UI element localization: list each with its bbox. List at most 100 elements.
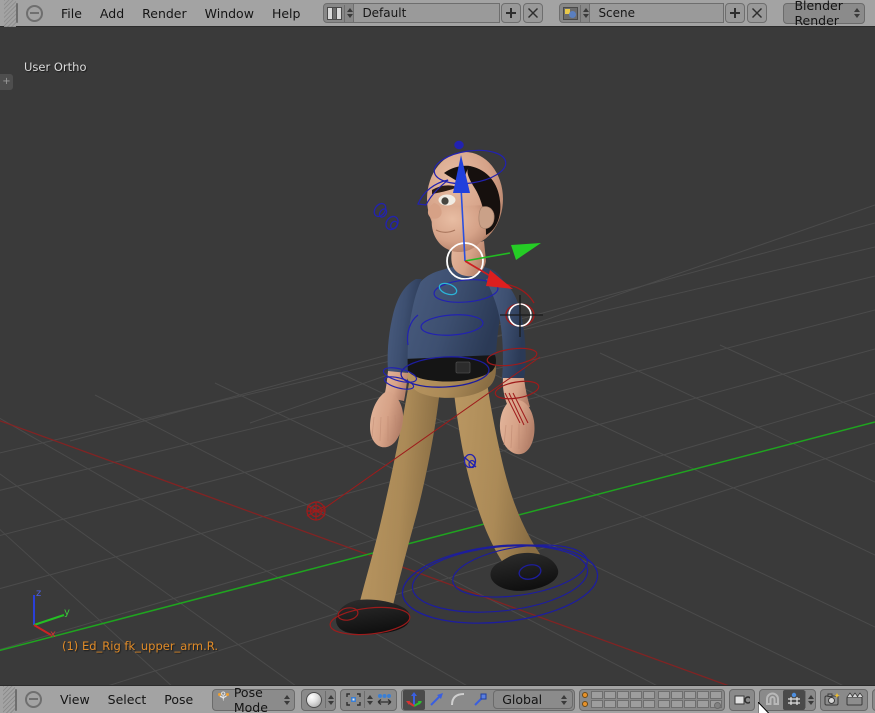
viewport-header-bar: View Select Pose Pose Mode: [0, 685, 875, 713]
menu-select[interactable]: Select: [99, 690, 156, 709]
screen-layout-spinner[interactable]: [344, 4, 353, 22]
layer-cell[interactable]: [617, 691, 630, 699]
menu-window[interactable]: Window: [196, 4, 263, 23]
layer-indicator-bottom: [582, 701, 589, 707]
delete-scene-button[interactable]: [747, 3, 768, 23]
menu-pose[interactable]: Pose: [155, 690, 202, 709]
top-header-bar: i File Add Render Window Help Default: [0, 0, 875, 28]
layer-cell[interactable]: [671, 700, 684, 708]
shading-spinner[interactable]: [325, 691, 334, 708]
layer-block-left[interactable]: [591, 691, 656, 708]
proportional-edit-button[interactable]: [373, 690, 395, 710]
lock-object-modes-button[interactable]: [731, 690, 753, 710]
armature-layers[interactable]: [579, 688, 726, 711]
layer-cell[interactable]: [591, 700, 604, 708]
viewport-collapse-menu-icon[interactable]: [25, 691, 42, 708]
render-animation-icon: [846, 692, 864, 706]
lock-icon: [734, 695, 751, 705]
mode-chevron-icon: [283, 691, 290, 708]
translate-manipulator-button[interactable]: [403, 689, 426, 710]
manipulator-handle-icon: [474, 693, 487, 706]
snap-increment-icon: [788, 692, 801, 705]
snap-element-button[interactable]: [783, 689, 806, 710]
layer-cell[interactable]: [643, 691, 656, 699]
layer-cell[interactable]: [697, 691, 710, 699]
header-grip[interactable]: [4, 0, 16, 27]
root-bone-widget: [306, 501, 326, 521]
proportional-edit-off-icon: [377, 694, 392, 705]
info-editor-button[interactable]: i: [17, 4, 18, 22]
layer-used-indicators: [582, 692, 589, 707]
translate-manipulator-icon: [406, 691, 423, 707]
render-engine-selector[interactable]: Blender Render: [783, 0, 865, 28]
menu-file[interactable]: File: [52, 4, 91, 23]
scale-manipulator-button[interactable]: [447, 690, 469, 710]
pivot-point-button[interactable]: [342, 690, 364, 710]
layer-block-right[interactable]: [658, 691, 723, 709]
solid-shading-icon: [306, 691, 323, 708]
solid-shading-button[interactable]: [303, 690, 325, 710]
mesh-editor-button[interactable]: [16, 691, 17, 709]
rotate-manipulator-icon: [430, 692, 444, 706]
manipulator-group[interactable]: Global: [401, 688, 576, 711]
scene-icon-button[interactable]: [560, 4, 580, 22]
viewport-editor-type-selector[interactable]: [15, 688, 17, 711]
layer-cell[interactable]: [710, 691, 723, 699]
render-engine-label: Blender Render: [794, 0, 843, 28]
scene-icon: [563, 6, 579, 20]
layer-cell[interactable]: [617, 700, 630, 708]
viewport-canvas: [0, 27, 875, 685]
menu-add[interactable]: Add: [91, 4, 133, 23]
manipulator-handle-button[interactable]: [469, 690, 491, 710]
orientation-chevron-icon: [559, 691, 568, 708]
layer-cell[interactable]: [604, 700, 617, 708]
transform-orientation-selector[interactable]: Global: [493, 690, 574, 709]
render-image-button[interactable]: [822, 690, 844, 710]
scene-name-field[interactable]: Scene: [590, 3, 725, 23]
editor-type-selector[interactable]: i: [16, 3, 18, 23]
layer-cell[interactable]: [697, 700, 710, 708]
interaction-mode-selector[interactable]: Pose Mode: [212, 685, 296, 713]
viewport-shading-selector[interactable]: [301, 688, 337, 711]
layer-cell[interactable]: [643, 700, 656, 708]
menu-view[interactable]: View: [51, 690, 99, 709]
layer-cell[interactable]: [630, 691, 643, 699]
scene-spinner[interactable]: [580, 4, 589, 22]
layer-cell[interactable]: [658, 700, 671, 708]
screen-layout-icon: [327, 6, 343, 20]
screen-layout-icon-button[interactable]: [324, 4, 344, 22]
delete-screen-layout-button[interactable]: [523, 3, 544, 23]
snap-group[interactable]: [759, 688, 817, 711]
interaction-mode-label: Pose Mode: [233, 684, 268, 713]
magnet-icon: [765, 692, 779, 705]
layer-indicator-top: [582, 692, 589, 698]
layer-cell[interactable]: [710, 700, 723, 709]
pivot-spinner[interactable]: [364, 691, 373, 708]
layer-cell[interactable]: [658, 691, 671, 699]
layer-cell[interactable]: [630, 700, 643, 708]
viewport-header-grip[interactable]: [3, 685, 15, 713]
layer-cell[interactable]: [684, 700, 697, 708]
layer-cell[interactable]: [671, 691, 684, 699]
pivot-group[interactable]: [340, 688, 398, 711]
ghosting-group[interactable]: [729, 688, 756, 711]
3d-viewport[interactable]: User Ortho + (1) Ed_Rig fk_upper_arm.R. …: [0, 27, 875, 685]
render-animation-button[interactable]: [844, 690, 866, 710]
layer-cell[interactable]: [604, 691, 617, 699]
render-engine-chevron-icon: [853, 5, 860, 22]
rotate-manipulator-button[interactable]: [425, 690, 447, 710]
menu-render[interactable]: Render: [133, 4, 196, 23]
median-point-pivot-icon: [346, 693, 361, 706]
add-screen-layout-button[interactable]: [501, 3, 522, 23]
screen-layout-field[interactable]: Default: [354, 3, 501, 23]
transform-orientation-label: Global: [502, 692, 543, 707]
collapse-menu-icon[interactable]: [26, 4, 43, 22]
render-group[interactable]: [820, 688, 869, 711]
add-scene-button[interactable]: [725, 3, 746, 23]
layer-cell[interactable]: [591, 691, 604, 699]
menu-help[interactable]: Help: [263, 4, 310, 23]
layer-cell[interactable]: [684, 691, 697, 699]
snap-spinner[interactable]: [805, 691, 814, 708]
snap-toggle-button[interactable]: [761, 690, 783, 710]
toolshelf-expand-tab[interactable]: +: [0, 74, 13, 90]
